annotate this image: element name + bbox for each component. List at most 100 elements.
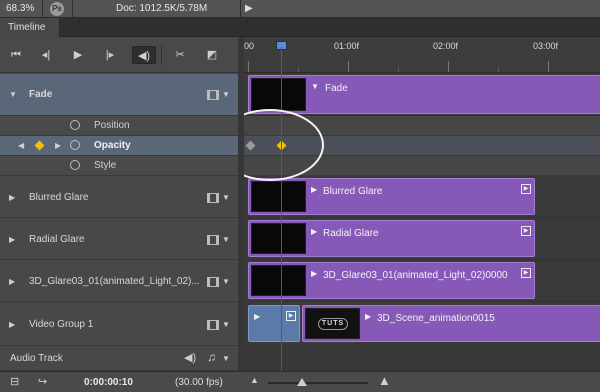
layer-label: 3D_Glare03_01(animated_Light_02)... xyxy=(29,276,200,287)
property-row-style[interactable]: Style xyxy=(0,156,238,176)
clip-name: 3D_Scene_animation0015 xyxy=(377,313,495,324)
chevron-down-icon[interactable]: ▼ xyxy=(222,193,230,202)
zoom-level[interactable]: 68.3% xyxy=(6,3,34,14)
clip-thumbnail: TUTS xyxy=(305,308,360,339)
property-label: Style xyxy=(94,160,117,171)
clip-end-icon[interactable]: ▶ xyxy=(521,184,531,194)
tab-timeline[interactable]: Timeline xyxy=(0,18,60,37)
playhead-line[interactable] xyxy=(281,47,282,371)
clip-options-triangle-icon[interactable]: ▶ xyxy=(311,269,317,278)
expand-triangle-icon[interactable]: ▶ xyxy=(9,193,15,202)
chevron-down-icon[interactable]: ▼ xyxy=(222,235,230,244)
document-size: Doc: 1012.5K/5.78M xyxy=(116,3,208,14)
clip-video-group-start[interactable]: ▶ ▶ xyxy=(248,305,300,342)
layer-label: Blurred Glare xyxy=(29,192,89,203)
previous-keyframe-icon[interactable]: ◀ xyxy=(18,141,24,150)
clip-end-icon[interactable]: ▶ xyxy=(521,268,531,278)
layer-row-blurred-glare[interactable]: ▶ Blurred Glare ▼ xyxy=(0,176,238,218)
layer-row-audio-track[interactable]: Audio Track ◀) ♫ ▼ xyxy=(0,346,238,371)
expand-triangle-icon[interactable]: ▶ xyxy=(9,277,15,286)
layer-list-panel: ⏮ ◂| ▶ |▸ ◀) ✂ ◩ ▼ Fade ▼ Position ◀ ▶ O… xyxy=(0,37,238,371)
zoom-out-icon[interactable]: ▲ xyxy=(250,375,259,385)
clip-options-triangle-icon[interactable]: ▼ xyxy=(311,82,319,91)
clip-3d-glare[interactable]: ▶ 3D_Glare03_01(animated_Light_02)0000 ▶ xyxy=(248,262,535,299)
clip-end-icon[interactable]: ▶ xyxy=(286,311,296,321)
clip-fade[interactable]: ▼ Fade xyxy=(248,75,600,114)
transition-icon[interactable]: ◩ xyxy=(202,46,222,64)
add-keyframe-icon[interactable] xyxy=(34,140,45,151)
next-keyframe-icon[interactable]: ▶ xyxy=(55,141,61,150)
property-row-position[interactable]: Position xyxy=(0,116,238,136)
clip-name: Blurred Glare xyxy=(323,186,383,197)
chevron-down-icon[interactable]: ▼ xyxy=(222,90,230,99)
film-strip-icon[interactable] xyxy=(207,235,219,245)
clip-thumbnail xyxy=(251,223,306,254)
next-frame-icon[interactable]: |▸ xyxy=(100,46,120,64)
film-strip-icon[interactable] xyxy=(207,90,219,100)
divider xyxy=(72,0,73,18)
chevron-down-icon[interactable]: ▼ xyxy=(222,354,230,363)
film-strip-icon[interactable] xyxy=(207,277,219,287)
photoshop-icon[interactable]: Ps xyxy=(50,2,64,16)
clip-blurred-glare[interactable]: ▶ Blurred Glare ▶ xyxy=(248,178,535,215)
panel-tab-bar: Timeline xyxy=(0,18,600,37)
clip-thumbnail xyxy=(251,78,306,111)
stopwatch-icon[interactable] xyxy=(70,120,80,130)
current-timecode[interactable]: 0:00:00:10 xyxy=(84,377,133,388)
property-row-opacity[interactable]: ◀ ▶ Opacity xyxy=(0,136,238,156)
layer-row-radial-glare[interactable]: ▶ Radial Glare ▼ xyxy=(0,218,238,260)
clip-name: Fade xyxy=(325,83,348,94)
clip-3d-scene[interactable]: TUTS ▶ 3D_Scene_animation0015 xyxy=(302,305,600,342)
divider xyxy=(240,0,241,18)
expand-triangle-icon[interactable]: ▶ xyxy=(9,235,15,244)
ruler-label: 02:00f xyxy=(433,41,459,51)
layer-label: Video Group 1 xyxy=(29,319,94,330)
status-menu-arrow-icon[interactable]: ▶ xyxy=(245,3,253,14)
track-radial-glare: ▶ Radial Glare ▶ xyxy=(244,218,600,260)
ruler-label: 00 xyxy=(244,41,255,51)
layer-label: Radial Glare xyxy=(29,234,85,245)
play-icon[interactable]: ▶ xyxy=(68,46,88,64)
clip-radial-glare[interactable]: ▶ Radial Glare ▶ xyxy=(248,220,535,257)
split-at-playhead-icon[interactable]: ✂ xyxy=(170,46,190,64)
property-label: Position xyxy=(94,120,130,131)
zoom-slider-thumb[interactable] xyxy=(297,378,307,386)
clip-options-triangle-icon[interactable]: ▶ xyxy=(311,185,317,194)
music-note-icon[interactable]: ♫ xyxy=(207,350,216,364)
expand-triangle-icon[interactable]: ▶ xyxy=(9,320,15,329)
playback-controls: ⏮ ◂| ▶ |▸ ◀) ✂ ◩ xyxy=(0,37,238,73)
clip-end-icon[interactable]: ▶ xyxy=(521,226,531,236)
ruler-tick xyxy=(448,61,449,72)
go-to-first-frame-icon[interactable]: ⏮ xyxy=(6,46,26,64)
layer-row-3d-glare[interactable]: ▶ 3D_Glare03_01(animated_Light_02)... ▼ xyxy=(0,260,238,302)
ruler-label: 03:00f xyxy=(533,41,559,51)
render-video-icon[interactable]: ↪ xyxy=(38,375,47,388)
chevron-down-icon[interactable]: ▼ xyxy=(222,320,230,329)
collapse-triangle-icon[interactable]: ▼ xyxy=(9,90,17,99)
divider xyxy=(161,45,162,65)
stopwatch-icon[interactable] xyxy=(70,160,80,170)
clip-options-triangle-icon[interactable]: ▶ xyxy=(365,312,371,321)
clip-options-triangle-icon[interactable]: ▶ xyxy=(311,227,317,236)
previous-frame-icon[interactable]: ◂| xyxy=(36,46,56,64)
convert-to-frame-animation-icon[interactable]: ⊟ xyxy=(10,375,19,388)
film-strip-icon[interactable] xyxy=(207,320,219,330)
track-3d-glare: ▶ 3D_Glare03_01(animated_Light_02)0000 ▶ xyxy=(244,260,600,302)
layer-row-fade[interactable]: ▼ Fade ▼ xyxy=(0,74,238,116)
layer-row-video-group[interactable]: ▶ Video Group 1 ▼ xyxy=(0,302,238,346)
mute-audio-icon[interactable]: ◀) xyxy=(132,46,156,64)
layer-label: Fade xyxy=(29,89,53,100)
time-ruler[interactable]: 00 01:00f 02:00f 03:00f xyxy=(244,37,600,73)
ruler-tick xyxy=(348,61,349,72)
track-video-group: ▶ ▶ TUTS ▶ 3D_Scene_animation0015 xyxy=(244,302,600,346)
property-label: Opacity xyxy=(94,140,131,151)
zoom-slider-track[interactable] xyxy=(268,382,368,384)
clip-options-triangle-icon[interactable]: ▶ xyxy=(254,312,260,321)
zoom-in-icon[interactable]: ▲ xyxy=(378,373,391,388)
clip-thumbnail xyxy=(251,265,306,296)
film-strip-icon[interactable] xyxy=(207,193,219,203)
track-fade: ▼ Fade xyxy=(244,74,600,116)
stopwatch-icon[interactable] xyxy=(70,140,80,150)
speaker-icon[interactable]: ◀) xyxy=(184,351,196,364)
chevron-down-icon[interactable]: ▼ xyxy=(222,277,230,286)
